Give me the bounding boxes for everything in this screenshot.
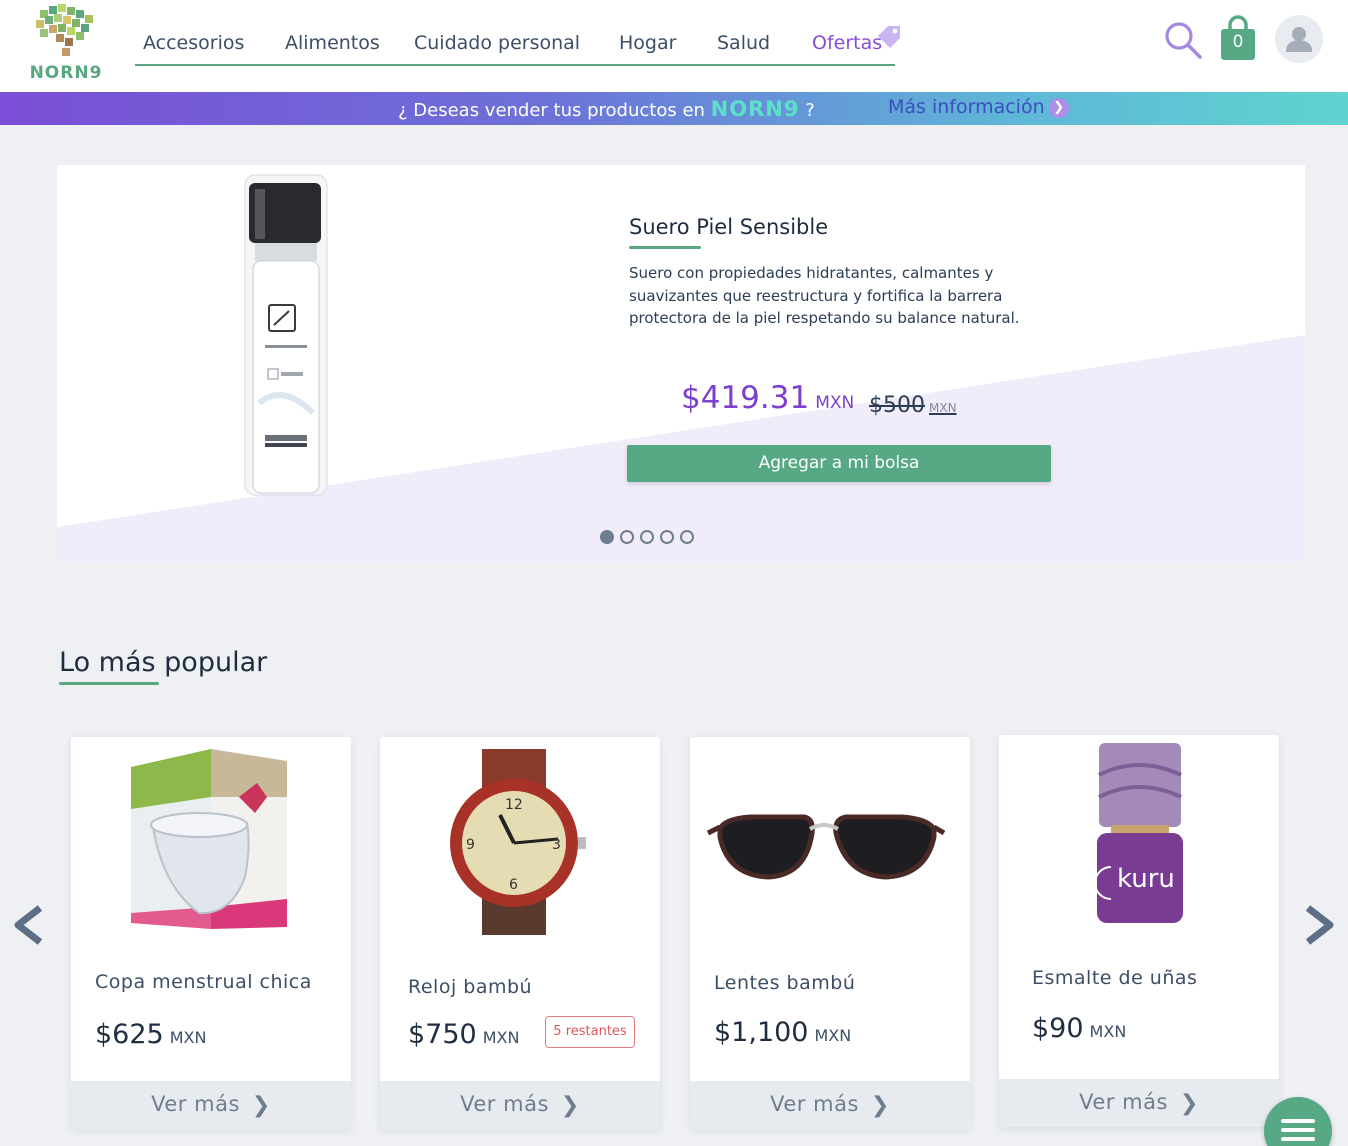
product-price: $750 MXN xyxy=(408,1019,519,1050)
hero-title-underline xyxy=(629,246,701,249)
tag-icon xyxy=(878,26,900,48)
brand-logo[interactable]: NORN9 xyxy=(26,2,106,86)
user-icon xyxy=(1286,27,1312,52)
chevron-right-icon[interactable] xyxy=(1300,902,1340,948)
product-price: $90 MXN xyxy=(1032,1013,1126,1044)
chevron-right-icon: ❯ xyxy=(1179,1091,1199,1116)
carousel-dot-3[interactable] xyxy=(640,530,654,544)
logo-mosaic-icon xyxy=(36,4,93,56)
view-more-button[interactable]: Ver más ❯ xyxy=(999,1079,1279,1127)
carousel-dot-5[interactable] xyxy=(680,530,694,544)
svg-text:9: 9 xyxy=(466,837,475,853)
hero-old-price: $500 MXN xyxy=(869,393,957,418)
hero-product-description: Suero con propiedades hidratantes, calma… xyxy=(629,264,1020,327)
nav-item-ofertas[interactable]: Ofertas xyxy=(812,32,882,54)
hero-carousel: Suero Piel Sensible Suero con propiedade… xyxy=(57,165,1305,562)
more-info-label: Más información xyxy=(888,96,1045,118)
cart-count: 0 xyxy=(1232,32,1244,52)
promo-prefix: ¿ Deseas vender tus productos en xyxy=(398,100,705,121)
nav-item-alimentos[interactable]: Alimentos xyxy=(285,32,380,54)
view-more-label: Ver más xyxy=(460,1092,549,1116)
product-image-menstrual-cup xyxy=(131,749,287,929)
carousel-dot-4[interactable] xyxy=(660,530,674,544)
promo-suffix: ? xyxy=(805,100,815,121)
popular-section-title: Lo más popular xyxy=(59,647,268,678)
view-more-label: Ver más xyxy=(151,1092,240,1116)
product-price-currency: MXN xyxy=(1089,1022,1127,1041)
hero-product-title: Suero Piel Sensible xyxy=(629,215,829,239)
seller-promo-banner: ¿ Deseas vender tus productos en NORN9 ?… xyxy=(0,92,1348,125)
carousel-dot-1[interactable] xyxy=(600,530,614,544)
svg-text:6: 6 xyxy=(509,877,518,893)
logo-wordmark: NORN9 xyxy=(29,63,103,83)
chevron-right-icon: ❯ xyxy=(560,1093,580,1118)
hero-price-currency: MXN xyxy=(815,393,855,413)
hero-price: $419.31 MXN xyxy=(681,380,854,416)
promo-text: ¿ Deseas vender tus productos en NORN9 ? xyxy=(398,97,815,121)
stock-remaining-badge: 5 restantes xyxy=(545,1016,635,1048)
product-card[interactable]: 12 3 6 9 Reloj bambú $750 MXN 5 restantes… xyxy=(380,737,660,1129)
view-more-label: Ver más xyxy=(1079,1090,1168,1114)
nav-item-cuidado-personal[interactable]: Cuidado personal xyxy=(414,32,580,54)
product-card[interactable]: kuru Esmalte de uñas $90 MXN Ver más ❯ xyxy=(999,735,1279,1127)
view-more-button[interactable]: Ver más ❯ xyxy=(690,1081,970,1129)
product-price: $1,100 MXN xyxy=(714,1017,851,1048)
hero-old-price-value: $500 xyxy=(869,393,925,418)
product-price: $625 MXN xyxy=(95,1019,206,1050)
add-to-bag-button[interactable]: Agregar a mi bolsa xyxy=(627,445,1051,482)
product-price-value: $90 xyxy=(1032,1013,1084,1044)
chevron-right-icon: ❯ xyxy=(1048,98,1069,118)
product-price-value: $1,100 xyxy=(714,1017,809,1048)
product-name: Copa menstrual chica xyxy=(95,971,312,993)
chevron-right-icon: ❯ xyxy=(251,1093,271,1118)
product-image-bamboo-sunglasses xyxy=(706,814,946,880)
product-price-currency: MXN xyxy=(814,1026,852,1045)
product-price-value: $625 xyxy=(95,1019,164,1050)
popular-title-underline xyxy=(59,682,159,685)
nav-item-hogar[interactable]: Hogar xyxy=(619,32,676,54)
site-header: NORN9 Accesorios Alimentos Cuidado perso… xyxy=(0,0,1348,92)
product-image-serum xyxy=(244,174,328,496)
nav-item-salud[interactable]: Salud xyxy=(717,32,770,54)
promo-brand: NORN9 xyxy=(710,97,800,121)
main-nav: Accesorios Alimentos Cuidado personal Ho… xyxy=(135,28,895,66)
product-price-currency: MXN xyxy=(482,1028,520,1047)
product-image-nail-polish: kuru xyxy=(1094,743,1183,923)
product-card[interactable]: Copa menstrual chica $625 MXN Ver más ❯ xyxy=(71,737,351,1129)
user-account-button[interactable] xyxy=(1275,15,1323,63)
carousel-dot-2[interactable] xyxy=(620,530,634,544)
product-image-bamboo-watch: 12 3 6 9 xyxy=(450,749,586,935)
svg-text:3: 3 xyxy=(552,837,561,853)
hero-old-price-currency: MXN xyxy=(929,401,957,415)
chevron-left-icon[interactable] xyxy=(8,902,48,948)
product-name: Esmalte de uñas xyxy=(1032,967,1198,989)
product-name: Reloj bambú xyxy=(408,976,533,998)
product-price-value: $750 xyxy=(408,1019,477,1050)
search-icon[interactable] xyxy=(1163,20,1203,60)
product-name: Lentes bambú xyxy=(714,972,856,994)
cart-button[interactable]: 0 xyxy=(1218,14,1258,62)
view-more-label: Ver más xyxy=(770,1092,859,1116)
nav-item-accesorios[interactable]: Accesorios xyxy=(143,32,244,54)
product-price-currency: MXN xyxy=(169,1028,207,1047)
product-card[interactable]: Lentes bambú $1,100 MXN Ver más ❯ xyxy=(690,737,970,1129)
svg-text:kuru: kuru xyxy=(1117,864,1175,894)
view-more-button[interactable]: Ver más ❯ xyxy=(71,1081,351,1129)
hero-price-value: $419.31 xyxy=(681,380,810,416)
more-info-link[interactable]: Más información ❯ xyxy=(888,96,1069,118)
hamburger-icon-line xyxy=(1281,1119,1315,1123)
svg-text:12: 12 xyxy=(505,797,523,813)
chevron-right-icon: ❯ xyxy=(870,1093,890,1118)
hamburger-icon-line xyxy=(1281,1128,1315,1132)
view-more-button[interactable]: Ver más ❯ xyxy=(380,1081,660,1129)
hamburger-icon-line xyxy=(1281,1137,1315,1141)
